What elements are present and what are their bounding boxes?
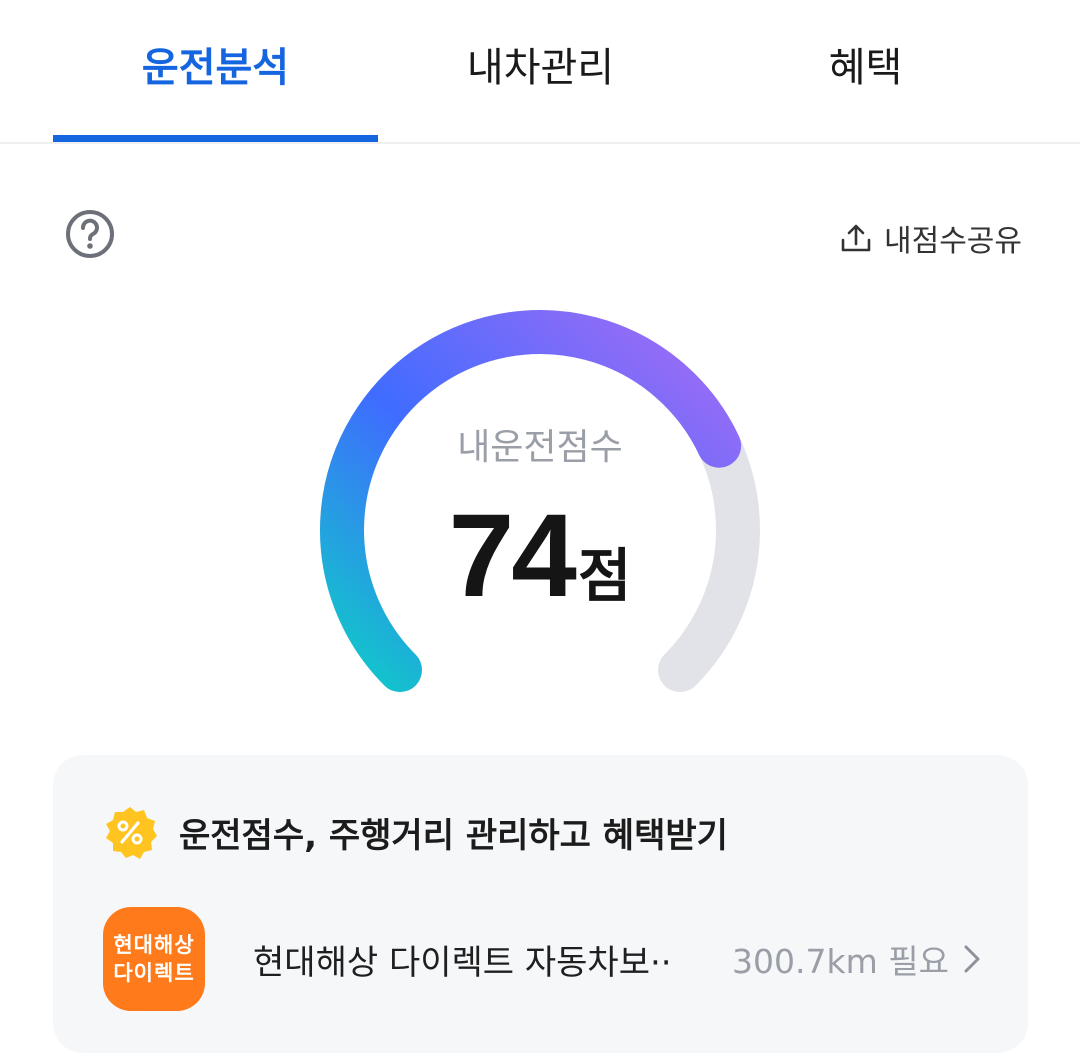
share-upload-icon xyxy=(841,224,871,252)
score-unit: 점 xyxy=(577,544,632,609)
gauge-label: 내운전점수 xyxy=(457,427,623,468)
benefit-item-meta: 300.7km 필요 xyxy=(732,935,983,983)
score-value: 74점 xyxy=(0,488,1080,624)
insurer-logo-line-2: 다이렉트 xyxy=(113,961,195,985)
benefit-card: 운전점수, 주행거리 관리하고 혜택받기 현대해상 다이렉트 현대해상 다이렉트… xyxy=(53,755,1028,1053)
tab-my-car[interactable]: 내차관리 xyxy=(378,38,703,98)
benefit-card-title: 운전점수, 주행거리 관리하고 혜택받기 xyxy=(179,815,728,856)
percent-badge-icon xyxy=(106,807,157,859)
benefit-card-header: 운전점수, 주행거리 관리하고 혜택받기 xyxy=(103,805,728,859)
active-tab-indicator xyxy=(53,135,378,142)
tab-driving-analysis[interactable]: 운전분석 xyxy=(53,38,378,98)
tab-benefits[interactable]: 혜택 xyxy=(703,38,1028,98)
insurer-logo: 현대해상 다이렉트 xyxy=(103,907,206,1011)
question-circle-icon[interactable] xyxy=(64,208,116,260)
share-score-label: 내점수공유 xyxy=(884,224,1022,259)
share-score-button[interactable]: 내점수공유 xyxy=(838,214,1022,262)
benefit-item[interactable]: 현대해상 다이렉트 현대해상 다이렉트 자동차보·· 300.7km 필요 xyxy=(103,907,983,1011)
benefit-item-name: 현대해상 다이렉트 자동차보·· xyxy=(253,942,672,983)
benefit-item-requirement: 300.7km 필요 xyxy=(732,942,949,981)
top-tab-bar: 운전분석 내차관리 혜택 xyxy=(0,0,1080,144)
chevron-right-icon xyxy=(964,945,980,973)
score-number: 74 xyxy=(448,490,577,622)
insurer-logo-line-1: 현대해상 xyxy=(113,933,195,957)
